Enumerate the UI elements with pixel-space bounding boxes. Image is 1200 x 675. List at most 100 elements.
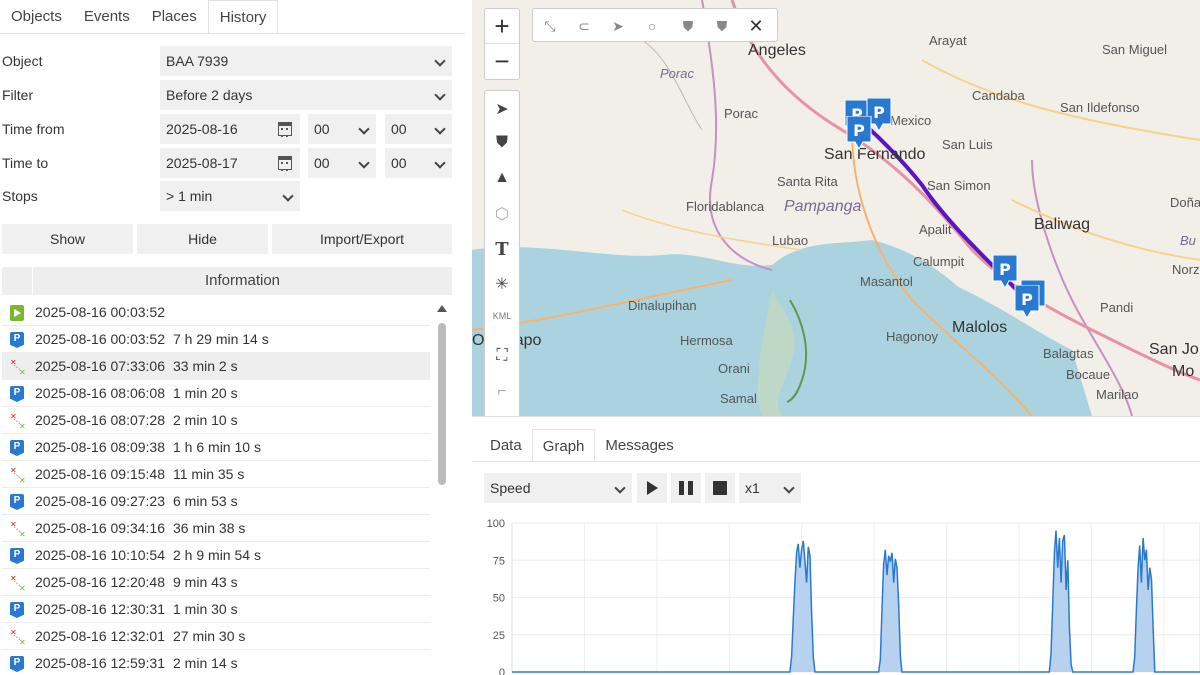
tab-events[interactable]: Events — [73, 0, 141, 34]
information-title: Information — [204, 272, 281, 289]
tab-messages[interactable]: Messages — [595, 429, 683, 462]
pause-button[interactable] — [671, 473, 701, 503]
magnet-icon[interactable]: ⊂ — [575, 17, 593, 35]
map-place-label: Pampanga — [784, 198, 862, 215]
route-segment-icon: ✕ ✕ — [10, 358, 26, 377]
event-tool-icon[interactable]: ⛊ — [713, 17, 731, 35]
time-from-minute-select[interactable]: 00 — [385, 114, 452, 144]
calendar-icon[interactable] — [278, 122, 292, 137]
tab-data[interactable]: Data — [480, 429, 532, 462]
time-to-hour: 00 — [314, 155, 330, 171]
object-label: Object — [2, 53, 43, 69]
tab-objects[interactable]: Objects — [0, 0, 73, 34]
history-row[interactable]: ✕ ✕ 2025-08-16 09:15:48 11 min 35 s — [2, 461, 430, 488]
speed-chart[interactable]: 0 25 50 75 100 — [472, 515, 1200, 675]
history-duration: 2 min 14 s — [173, 655, 238, 671]
svg-text:✕: ✕ — [10, 413, 17, 421]
svg-text:P: P — [1021, 290, 1033, 309]
svg-text:✕: ✕ — [19, 422, 26, 429]
send-icon[interactable]: ➤ — [609, 17, 627, 35]
tab-history[interactable]: History — [207, 0, 279, 34]
tab-places[interactable]: Places — [141, 0, 208, 34]
playback-speed-select[interactable]: x1 — [739, 473, 801, 503]
history-row[interactable]: 2025-08-16 00:03:52 7 h 29 min 14 s — [2, 326, 430, 353]
map-place-label: Apalit — [919, 222, 952, 237]
parking-tool-icon[interactable]: ⛊ — [679, 17, 697, 35]
play-button[interactable] — [637, 473, 667, 503]
parking-icon — [10, 332, 24, 348]
zoom-in-button[interactable]: + — [485, 9, 519, 44]
parking-marker-icon[interactable]: P — [844, 116, 874, 150]
graph-metric-select[interactable]: Speed — [484, 473, 632, 503]
zoom-out-button[interactable]: − — [485, 44, 519, 79]
measure-icon[interactable]: ⤡ — [541, 17, 559, 35]
stops-select[interactable]: > 1 min — [160, 181, 300, 211]
scroll-up-icon[interactable] — [437, 305, 447, 312]
history-row[interactable]: ✕ ✕ 2025-08-16 08:07:28 2 min 10 s — [2, 407, 430, 434]
map-place-label: Bocaue — [1066, 367, 1111, 382]
history-row[interactable]: 2025-08-16 12:30:31 1 min 30 s — [2, 596, 430, 623]
cluster-icon[interactable]: ✳ — [485, 274, 519, 294]
history-date: 2025-08-16 00:03:52 — [35, 304, 165, 320]
close-icon[interactable]: ✕ — [747, 17, 765, 35]
map-place-label: Samal — [720, 391, 757, 406]
history-row[interactable]: 2025-08-16 00:03:52 — [2, 299, 430, 326]
history-row[interactable]: ✕ ✕ 2025-08-16 07:33:06 33 min 2 s — [2, 353, 430, 380]
time-from-date-input[interactable]: 2025-08-16 — [160, 114, 300, 144]
calendar-icon[interactable] — [278, 156, 292, 171]
history-duration: 1 h 6 min 10 s — [173, 439, 261, 455]
filter-label: Filter — [2, 87, 34, 103]
history-row[interactable]: 2025-08-16 08:06:08 1 min 20 s — [2, 380, 430, 407]
app-window: Objects Events Places History Object BAA… — [0, 0, 1200, 675]
history-row[interactable]: 2025-08-16 09:27:23 6 min 53 s — [2, 488, 430, 515]
map-view[interactable]: Angeles Arayat San Miguel Porac Candaba … — [472, 0, 1200, 416]
map-place-label: San Luis — [942, 137, 993, 152]
river — [641, 39, 703, 131]
navigate-icon[interactable]: ➤ — [485, 99, 519, 119]
map-place-label: Pandi — [1100, 300, 1134, 315]
time-to-hour-select[interactable]: 00 — [308, 148, 376, 178]
route-segment-icon: ✕ ✕ — [10, 520, 26, 539]
svg-text:✕: ✕ — [10, 359, 17, 367]
road-icon[interactable]: ▲ — [485, 169, 519, 187]
show-button[interactable]: Show — [2, 224, 133, 254]
fullscreen-icon[interactable]: ⛶ — [485, 347, 519, 365]
hide-button[interactable]: Hide — [137, 224, 268, 254]
history-date: 2025-08-16 12:20:48 — [35, 574, 165, 590]
parking-marker-icon[interactable]: P — [1012, 285, 1042, 319]
svg-text:✕: ✕ — [10, 467, 17, 475]
filter-select[interactable]: Before 2 days — [160, 80, 452, 110]
ruler-icon[interactable]: ⌐ — [485, 383, 519, 401]
scrollbar-thumb[interactable] — [438, 323, 446, 485]
parking-marker-icon[interactable]: P — [990, 255, 1020, 289]
history-row[interactable]: ✕ ✕ 2025-08-16 12:20:48 9 min 43 s — [2, 569, 430, 596]
kml-icon[interactable]: KML — [485, 311, 519, 321]
stop-button[interactable] — [705, 473, 735, 503]
text-icon[interactable]: T — [485, 239, 519, 260]
circle-icon[interactable]: ○ — [643, 17, 661, 35]
import-export-button[interactable]: Import/Export — [272, 224, 452, 254]
history-date: 2025-08-16 08:09:38 — [35, 439, 165, 455]
history-row[interactable]: ✕ ✕ 2025-08-16 12:32:01 27 min 30 s — [2, 623, 430, 650]
chevron-down-icon — [434, 55, 446, 67]
shield-icon[interactable]: ⛊ — [485, 134, 519, 152]
history-scrollbar[interactable] — [436, 305, 448, 675]
history-date: 2025-08-16 12:30:31 — [35, 601, 165, 617]
time-to-date-input[interactable]: 2025-08-17 — [160, 148, 300, 178]
history-row[interactable]: 2025-08-16 08:09:38 1 h 6 min 10 s — [2, 434, 430, 461]
map-place-label: Hermosa — [680, 333, 733, 348]
history-date: 2025-08-16 00:03:52 — [35, 331, 165, 347]
time-from-hour-select[interactable]: 00 — [308, 114, 376, 144]
filter-value: Before 2 days — [166, 87, 253, 103]
stops-row: Stops > 1 min — [0, 181, 460, 211]
tab-graph[interactable]: Graph — [531, 429, 596, 462]
parking-icon — [10, 494, 24, 510]
history-row[interactable]: ✕ ✕ 2025-08-16 09:34:16 36 min 38 s — [2, 515, 430, 542]
map-place-label: Lubao — [772, 233, 809, 248]
polygon-icon[interactable]: ⬡ — [485, 204, 519, 224]
history-row[interactable]: 2025-08-16 12:59:31 2 min 14 s — [2, 650, 430, 675]
history-row[interactable]: 2025-08-16 10:10:54 2 h 9 min 54 s — [2, 542, 430, 569]
object-select[interactable]: BAA 7939 — [160, 46, 452, 76]
map-place-label: San Jo — [1149, 341, 1199, 358]
time-to-minute-select[interactable]: 00 — [385, 148, 452, 178]
